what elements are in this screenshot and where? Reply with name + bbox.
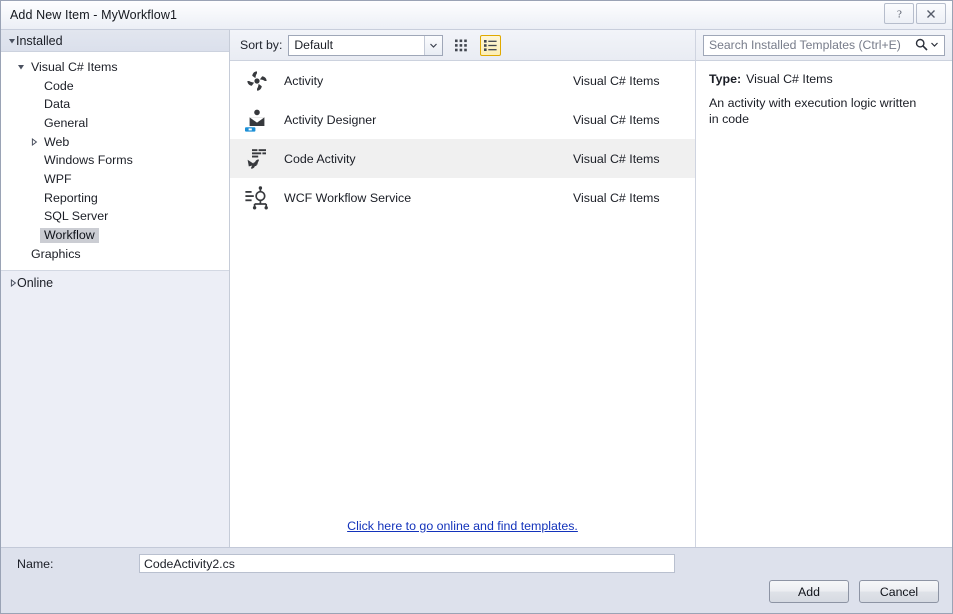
expander-collapsed-icon (27, 138, 40, 147)
online-group-header[interactable]: Online (1, 270, 229, 295)
activity-icon (247, 70, 267, 91)
close-icon (927, 9, 935, 18)
help-button[interactable]: ? (884, 3, 914, 24)
svg-text:?: ? (897, 8, 902, 20)
help-icon: ? (897, 8, 902, 20)
dialog-body: Installed Visual C# Items Code Data General… (1, 30, 952, 547)
chevron-down-icon (424, 35, 443, 55)
tree-item-sql-server[interactable]: SQL Server (1, 208, 229, 227)
detail-type-value: Visual C# Items (746, 72, 833, 86)
template-item[interactable]: Activity Designer Visual C# Items (230, 100, 695, 139)
tree-item-label: Data (44, 97, 71, 112)
caption-buttons: ? (884, 3, 946, 24)
templates-tree-panel: Installed Visual C# Items Code Data General… (1, 30, 230, 547)
template-item-icon (242, 66, 272, 96)
activity-designer-icon (245, 109, 265, 132)
tree-item-label: Visual C# Items (31, 59, 118, 74)
add-button[interactable]: Add (769, 580, 849, 603)
tree-item-label: General (44, 115, 89, 130)
template-details: Type: Visual C# Items An activity with ex… (696, 61, 952, 127)
template-item[interactable]: Activity Visual C# Items (230, 61, 695, 100)
search-input[interactable] (704, 35, 906, 55)
name-label: Name: (17, 556, 54, 571)
tree-item-label: Reporting (44, 190, 98, 205)
chevron-down-icon (931, 42, 938, 47)
title-bar: Add New Item - MyWorkflow1 ? (1, 1, 952, 30)
template-item-icon (242, 144, 272, 174)
template-item-category: Visual C# Items (573, 151, 660, 166)
sort-toolbar: Sort by: Default (230, 30, 695, 61)
search-toolbar (696, 30, 952, 61)
tree-item-workflow[interactable]: Workflow (1, 226, 229, 245)
template-item[interactable]: WCF Workflow Service Visual C# Items (230, 178, 695, 217)
tree-item-label: Web (44, 134, 70, 149)
tree-item-label: Workflow (40, 228, 99, 244)
installed-group-header[interactable]: Installed (1, 30, 229, 52)
list-view-button[interactable] (480, 34, 502, 56)
list-view-icon (484, 39, 497, 51)
installed-label: Installed (16, 33, 63, 48)
template-item-category: Visual C# Items (573, 112, 660, 127)
tree-item-general[interactable]: General (1, 114, 229, 133)
expander-expanded-icon (14, 63, 27, 71)
tree-item-label: Windows Forms (44, 153, 133, 168)
tree-item-label: Graphics (31, 246, 81, 261)
tree-item-web[interactable]: Web (1, 133, 229, 152)
name-row: Name: (1, 548, 952, 579)
template-item-name: Code Activity (284, 151, 356, 166)
search-icon-group[interactable] (915, 38, 938, 51)
expander-expanded-icon (8, 34, 16, 48)
template-item-icon (242, 105, 272, 135)
expander-collapsed-icon (9, 276, 17, 290)
template-item-name: WCF Workflow Service (284, 190, 412, 205)
template-items-list: Activity Visual C# Items Activity Designer… (230, 61, 695, 547)
tree-item-code[interactable]: Code (1, 77, 229, 96)
add-new-item-dialog: Add New Item - MyWorkflow1 ? Installed V… (0, 0, 953, 614)
template-item-icon (242, 183, 272, 213)
tree-item-windows-forms[interactable]: Windows Forms (1, 151, 229, 170)
online-templates-link[interactable]: Click here to go online and find templat… (347, 519, 578, 533)
online-templates-link-wrap: Click here to go online and find templat… (230, 519, 695, 533)
tree-item-reporting[interactable]: Reporting (1, 189, 229, 208)
tree-item-wpf[interactable]: WPF (1, 170, 229, 189)
sort-by-label: Sort by: (240, 38, 283, 52)
dialog-footer: Name: Add Cancel (1, 547, 952, 613)
code-activity-icon (247, 148, 266, 169)
grid-view-button[interactable] (451, 35, 472, 56)
template-item[interactable]: Code Activity Visual C# Items (230, 139, 695, 178)
name-input[interactable] (139, 554, 675, 573)
tree-item-data[interactable]: Data (1, 95, 229, 114)
sort-by-value: Default (294, 38, 333, 52)
template-item-category: Visual C# Items (573, 73, 660, 88)
tree-item-label: Code (44, 78, 74, 93)
detail-description: An activity with execution logic written… (709, 96, 917, 126)
tree-item-label: SQL Server (44, 209, 109, 224)
tree-item-graphics[interactable]: Graphics (1, 245, 229, 264)
tree-list: Visual C# Items Code Data General Web Windows… (1, 52, 229, 271)
tree-item-label: WPF (44, 171, 72, 186)
window-title: Add New Item - MyWorkflow1 (10, 8, 177, 22)
template-item-category: Visual C# Items (573, 190, 660, 205)
detail-type-label: Type: (709, 72, 742, 86)
search-icon (915, 38, 928, 51)
details-panel: Type: Visual C# Items An activity with ex… (696, 30, 952, 547)
sort-by-select[interactable]: Default (288, 34, 444, 56)
tree-item-visual-c-items[interactable]: Visual C# Items (1, 58, 229, 77)
wcf-workflow-service-icon (245, 185, 268, 209)
detail-type-row: Type: Visual C# Items (709, 72, 939, 86)
template-item-name: Activity Designer (284, 112, 377, 127)
search-box[interactable] (703, 34, 945, 56)
cancel-button[interactable]: Cancel (859, 580, 939, 603)
templates-list-panel: Sort by: Default Activity Visual C# Item… (230, 30, 696, 547)
close-button[interactable] (916, 3, 946, 24)
template-item-name: Activity (284, 73, 324, 88)
grid-view-icon (455, 39, 468, 51)
online-label: Online (17, 275, 54, 290)
footer-buttons: Add Cancel (769, 580, 939, 603)
